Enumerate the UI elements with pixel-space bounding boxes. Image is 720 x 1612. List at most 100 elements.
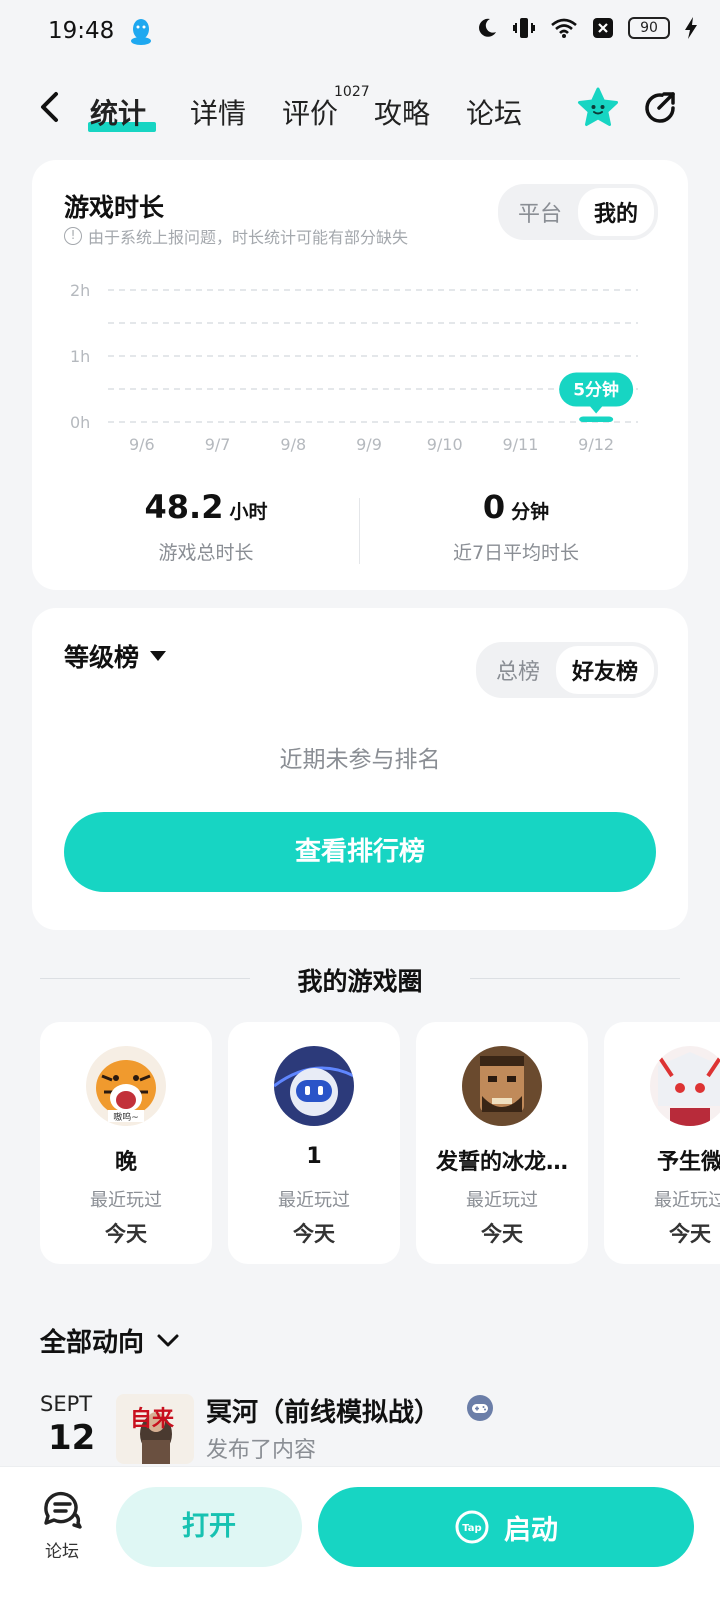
feed-day: 12 [48,1418,96,1458]
tab-reviews[interactable]: 评价 [282,92,338,132]
feed-month: SEPT [40,1392,93,1416]
tab-details[interactable]: 详情 [190,92,246,132]
friend-last-played: 今天 [669,1222,711,1246]
moon-icon [479,18,496,37]
battery-icon: 90 [628,17,670,39]
total-playtime-value: 48.2 [144,488,224,526]
vibrate-icon [513,18,535,38]
gamepad-icon [466,1394,494,1426]
share-icon[interactable] [640,88,680,132]
chevron-down-icon [157,1334,179,1346]
avg-playtime: 0 分钟 [366,488,666,526]
toggle-mine[interactable]: 我的 [577,188,654,236]
playtime-title: 游戏时长 [64,193,165,222]
feed-filter-label: 全部动向 [40,1328,145,1358]
friend-card[interactable]: 予生微 最近玩过 今天 [604,1022,720,1264]
chart-x-tick: 9/7 [205,435,231,454]
friend-card[interactable]: 1 最近玩过 今天 [228,1022,400,1264]
feed-avatar[interactable]: 自来 [116,1394,194,1464]
top-nav: 统计 详情 评价 1027 攻略 论坛 [0,76,720,146]
friend-last-played: 今天 [105,1222,147,1246]
qq-penguin-icon [130,18,152,50]
rank-empty-text: 近期未参与排名 [279,747,441,773]
playtime-toggle: 平台 我的 [497,184,658,240]
charging-icon [685,17,697,39]
forum-button[interactable]: 论坛 [36,1489,88,1562]
friend-avatar [274,1046,354,1126]
tab-forum[interactable]: 论坛 [466,92,522,132]
rank-card: 等级榜 总榜 好友榜 近期未参与排名 查看排行榜 [32,608,688,930]
tap-logo-text: Tap [462,1523,481,1534]
feed-filter[interactable]: 全部动向 [40,1322,180,1359]
status-time: 19:48 [48,18,115,44]
start-button[interactable]: Tap 启动 [318,1487,694,1567]
playtime-card: 游戏时长 ! 由于系统上报问题，时长统计可能有部分缺失 平台 我的 2h 1h 0h… [32,160,688,590]
toggle-all-rank[interactable]: 总榜 [480,646,556,694]
chart-y-tick: 0h [70,413,90,432]
playtime-note: ! 由于系统上报问题，时长统计可能有部分缺失 [64,224,408,248]
status-bar: 19:48 90 [0,0,720,64]
friend-avatar [462,1046,542,1126]
friend-avatar [650,1046,720,1126]
toggle-friends-rank[interactable]: 好友榜 [555,646,654,694]
game-circle-header: 我的游戏圈 [40,958,680,998]
chart-x-tick: 9/11 [502,435,538,454]
friend-card[interactable]: 发誓的冰龙… 最近玩过 今天 [416,1022,588,1264]
start-label: 启动 [504,1514,558,1546]
chart-bar [579,416,614,422]
bottom-bar: 论坛 打开 Tap 启动 [0,1466,720,1612]
friend-status: 最近玩过 [278,1190,350,1211]
view-leaderboard-button[interactable]: 查看排行榜 [64,812,656,892]
sim-off-icon [593,18,613,38]
friend-avatar: 嗷呜~ [86,1046,166,1126]
friend-name: 予生微 [656,1150,720,1175]
playtime-chart: 2h 1h 0h 9/6 9/7 9/8 9/9 9/10 9/11 9/12 5分钟 [70,281,638,454]
friend-name: 发誓的冰龙… [435,1150,568,1175]
open-button[interactable]: 打开 [116,1487,302,1567]
chart-x-tick: 9/12 [578,435,614,454]
stat-divider [359,498,360,564]
status-icons: 90 [476,16,698,40]
total-playtime: 48.2 小时 [56,488,356,526]
friend-status: 最近玩过 [90,1190,162,1211]
chart-annotation: 5分钟 [573,380,619,401]
back-icon[interactable] [36,90,64,128]
total-playtime-label: 游戏总时长 [158,542,254,564]
rank-title-text: 等级榜 [64,643,140,672]
chart-y-tick: 2h [70,281,90,300]
total-playtime-unit: 小时 [229,501,268,523]
tab-stats[interactable]: 统计 [90,92,146,132]
avatar-caption: 嗷呜~ [113,1111,139,1123]
friend-card[interactable]: 嗷呜~ 晚 最近玩过 今天 [40,1022,212,1264]
friend-name: 1 [306,1144,322,1169]
chart-x-tick: 9/6 [129,435,155,454]
feed-title[interactable]: 冥河（前线模拟战） [206,1392,440,1429]
reviews-count-badge: 1027 [334,84,370,100]
divider-right [470,978,680,979]
chart-x-tick: 9/9 [356,435,382,454]
friend-name: 晚 [114,1150,137,1175]
forum-icon [44,1491,82,1529]
wifi-icon [551,18,577,38]
friend-status: 最近玩过 [654,1190,720,1211]
friend-last-played: 今天 [481,1222,523,1246]
playtime-note-text: 由于系统上报问题，时长统计可能有部分缺失 [88,228,409,247]
chart-y-tick: 1h [70,347,90,366]
chart-annotation-pointer [590,406,603,414]
chart-x-tick: 9/8 [280,435,306,454]
star-icon[interactable] [576,86,620,134]
info-icon: ! [64,227,82,245]
feed-avatar-text: 自来 [130,1406,175,1432]
rank-title[interactable]: 等级榜 [64,638,167,674]
avg-playtime-value: 0 [482,488,506,526]
forum-label: 论坛 [45,1542,79,1562]
avg-playtime-label: 近7日平均时长 [452,542,580,564]
dropdown-triangle-icon [150,651,167,661]
taptap-logo-icon: Tap [455,1510,489,1544]
avg-playtime-unit: 分钟 [511,501,550,523]
tab-guides[interactable]: 攻略 [374,92,430,132]
toggle-platform[interactable]: 平台 [502,188,578,236]
game-circle-title: 我的游戏圈 [297,967,423,996]
rank-toggle: 总榜 好友榜 [475,642,658,698]
friend-last-played: 今天 [293,1222,335,1246]
